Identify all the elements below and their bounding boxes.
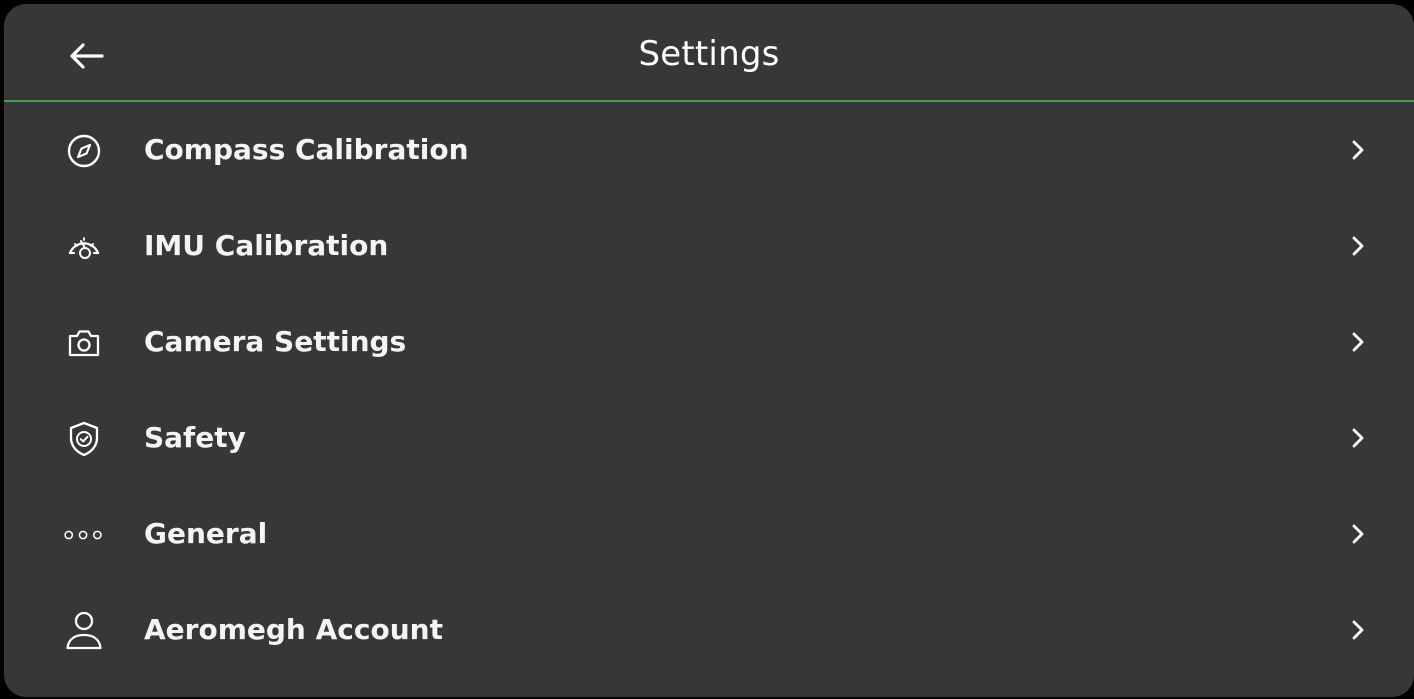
menu-item-compass-calibration[interactable]: Compass Calibration (4, 102, 1414, 198)
menu-item-label: Compass Calibration (144, 133, 469, 166)
chevron-right-icon (1346, 328, 1370, 356)
menu-item-label: General (144, 517, 268, 550)
header-bar: Settings (4, 4, 1414, 100)
arrow-left-icon (68, 42, 104, 70)
chevron-right-icon (1346, 136, 1370, 164)
more-dots-icon (63, 514, 105, 556)
menu-item-general[interactable]: General (4, 486, 1414, 582)
menu-item-aeromegh-account[interactable]: Aeromegh Account (4, 582, 1414, 678)
shield-check-icon (63, 418, 105, 460)
menu-item-camera-settings[interactable]: Camera Settings (4, 294, 1414, 390)
menu-item-safety[interactable]: Safety (4, 390, 1414, 486)
camera-icon (63, 322, 105, 364)
menu-item-label: Camera Settings (144, 325, 407, 358)
menu-item-imu-calibration[interactable]: IMU Calibration (4, 198, 1414, 294)
settings-menu: Compass Calibration IMU Calibration Came… (4, 102, 1414, 678)
menu-item-label: Aeromegh Account (144, 613, 443, 646)
chevron-right-icon (1346, 520, 1370, 548)
menu-item-label: IMU Calibration (144, 229, 389, 262)
chevron-right-icon (1346, 424, 1370, 452)
settings-screen: Settings Compass Calibration IMU Calibra… (4, 4, 1414, 697)
menu-item-label: Safety (144, 421, 246, 454)
user-icon (63, 610, 105, 652)
gauge-icon (63, 226, 105, 268)
chevron-right-icon (1346, 232, 1370, 260)
back-button[interactable] (60, 32, 112, 80)
chevron-right-icon (1346, 616, 1370, 644)
compass-icon (63, 130, 105, 172)
page-title: Settings (638, 34, 780, 74)
